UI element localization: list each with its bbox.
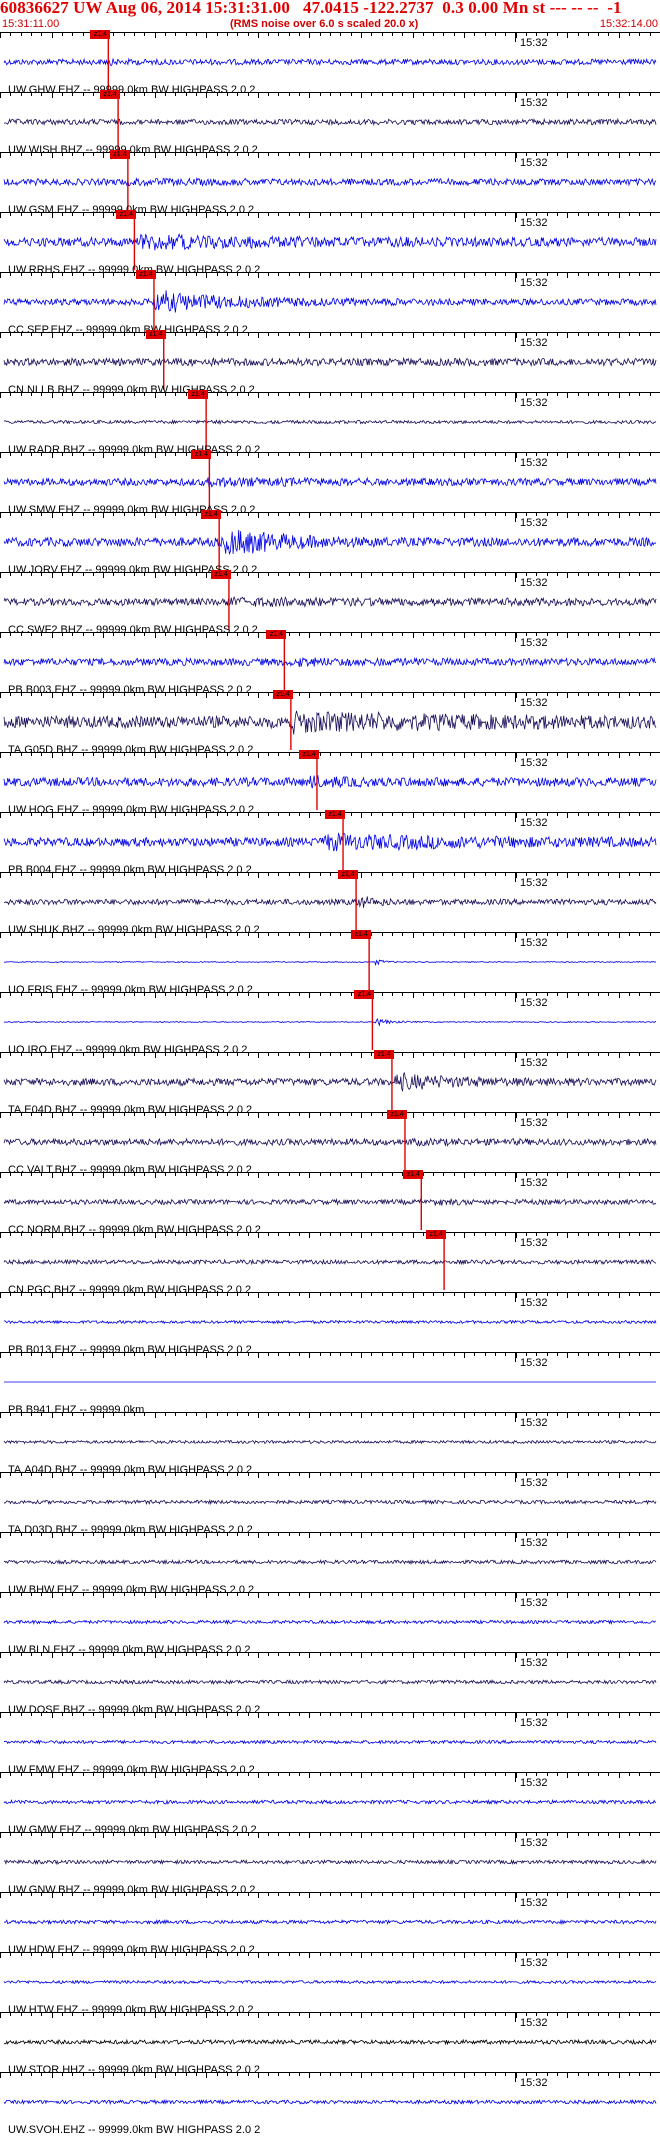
pick-tag: z1.4	[201, 510, 222, 519]
trace-panel: 15:32	[0, 1952, 660, 2012]
pick-tag: z1.4	[109, 150, 130, 159]
pick-tag: z1.4	[100, 90, 121, 99]
pick-tag: z1.4	[272, 690, 293, 699]
trace-panel: 15:32 z1.4	[0, 810, 660, 872]
trace-panel: 15:32 z1.4	[0, 150, 660, 212]
trace-panel: 15:32 z1.4	[0, 570, 660, 632]
time-mark-label: 15:32	[520, 1117, 548, 1129]
time-mark-label: 15:32	[520, 1057, 548, 1069]
trace-panel: 15:32 z1.4	[0, 510, 660, 572]
trace-panel: 15:32	[0, 2072, 660, 2132]
pick-tag: z1.4	[338, 870, 359, 879]
trace-panel: 15:32	[0, 2012, 660, 2072]
trace-panel: 15:32 z1.4	[0, 990, 660, 1052]
pick-tag: z1.4	[354, 990, 375, 999]
pick-tag: z1.4	[188, 390, 209, 399]
time-mark-label: 15:32	[520, 157, 548, 169]
trace-panel: 15:32 z1.4	[0, 930, 660, 992]
trace-panel: 15:32	[0, 1712, 660, 1772]
time-mark-label: 15:32	[520, 697, 548, 709]
time-mark-label: 15:32	[520, 397, 548, 409]
time-mark-label: 15:32	[520, 877, 548, 889]
time-mark-label: 15:32	[520, 1357, 548, 1369]
trace-panel: 15:32	[0, 1412, 660, 1472]
pick-tag: z1.4	[135, 270, 156, 279]
time-mark-label: 15:32	[520, 2017, 548, 2029]
time-mark-label: 15:32	[520, 37, 548, 49]
trace-panel: 15:32 z1.4	[0, 690, 660, 752]
trace-panel: 15:32 z1.4	[0, 750, 660, 812]
time-mark-label: 15:32	[520, 817, 548, 829]
trace-panel: 15:32 z1.4	[0, 450, 660, 512]
time-mark-label: 15:32	[520, 1237, 548, 1249]
time-mark-label: 15:32	[520, 517, 548, 529]
pick-tag: z1.4	[351, 930, 372, 939]
time-mark-label: 15:32	[520, 1717, 548, 1729]
trace-panel: 15:32 z1.4	[0, 210, 660, 272]
time-mark-label: 15:32	[520, 1897, 548, 1909]
pick-tag: z1.4	[191, 450, 212, 459]
time-mark-label: 15:32	[520, 2077, 548, 2089]
trace-panel: 15:32	[0, 1832, 660, 1892]
pick-tag: z1.4	[116, 210, 137, 219]
trace-panel: 15:32	[0, 1652, 660, 1712]
trace-panel: 15:32 z1.4	[0, 330, 660, 392]
trace-panel: 15:32	[0, 1292, 660, 1352]
trace-panel: 15:32 z1.4	[0, 1050, 660, 1112]
time-mark-label: 15:32	[520, 1657, 548, 1669]
time-mark-label: 15:32	[520, 1417, 548, 1429]
trace-panel: 15:32 z1.4	[0, 270, 660, 332]
trace-panel: 15:32	[0, 1532, 660, 1592]
pick-tag: z1.4	[145, 330, 166, 339]
time-mark-label: 15:32	[520, 1957, 548, 1969]
time-mark-label: 15:32	[520, 1837, 548, 1849]
trace-panel: 15:32 z1.4	[0, 1230, 660, 1292]
station-label: UW.SVOH.EHZ -- 99999.0km BW HIGHPASS 2.0…	[8, 2124, 261, 2136]
time-mark-label: 15:32	[520, 1537, 548, 1549]
pick-tag: z1.4	[386, 1110, 407, 1119]
time-mark-label: 15:32	[520, 457, 548, 469]
pick-tag: z1.4	[210, 570, 231, 579]
trace-panel: 15:32 z1.4	[0, 1110, 660, 1172]
trace-panel: 15:32	[0, 1472, 660, 1532]
trace-panel: 15:32 z1.4	[0, 90, 660, 152]
trace-panel: 15:32 z1.4	[0, 1170, 660, 1232]
pick-tag: z1.4	[426, 1230, 447, 1239]
trace-panel: 15:32 z1.4	[0, 630, 660, 692]
pick-tag: z1.4	[266, 630, 287, 639]
time-mark-label: 15:32	[520, 337, 548, 349]
time-mark-label: 15:32	[520, 997, 548, 1009]
pick-tag: z1.4	[325, 810, 346, 819]
time-mark-label: 15:32	[520, 577, 548, 589]
time-mark-label: 15:32	[520, 757, 548, 769]
pick-tag: z1.4	[403, 1170, 424, 1179]
trace-panel: 15:32 z1.4	[0, 390, 660, 452]
trace-panel: 15:32	[0, 1592, 660, 1652]
trace-panel: 15:32 z1.4	[0, 30, 660, 92]
pick-tag: z1.4	[298, 750, 319, 759]
time-mark-label: 15:32	[520, 637, 548, 649]
trace-panel: 15:32	[0, 1352, 660, 1412]
pick-tag: z1.4	[373, 1050, 394, 1059]
time-mark-label: 15:32	[520, 97, 548, 109]
time-mark-label: 15:32	[520, 217, 548, 229]
time-mark-label: 15:32	[520, 1177, 548, 1189]
time-mark-label: 15:32	[520, 1597, 548, 1609]
pick-tag: z1.4	[90, 30, 111, 39]
time-mark-label: 15:32	[520, 937, 548, 949]
trace-panel: 15:32	[0, 1892, 660, 1952]
trace-panel: 15:32	[0, 1772, 660, 1832]
time-mark-label: 15:32	[520, 1297, 548, 1309]
time-mark-label: 15:32	[520, 1777, 548, 1789]
time-mark-label: 15:32	[520, 1477, 548, 1489]
trace-panel: 15:32 z1.4	[0, 870, 660, 932]
time-mark-label: 15:32	[520, 277, 548, 289]
